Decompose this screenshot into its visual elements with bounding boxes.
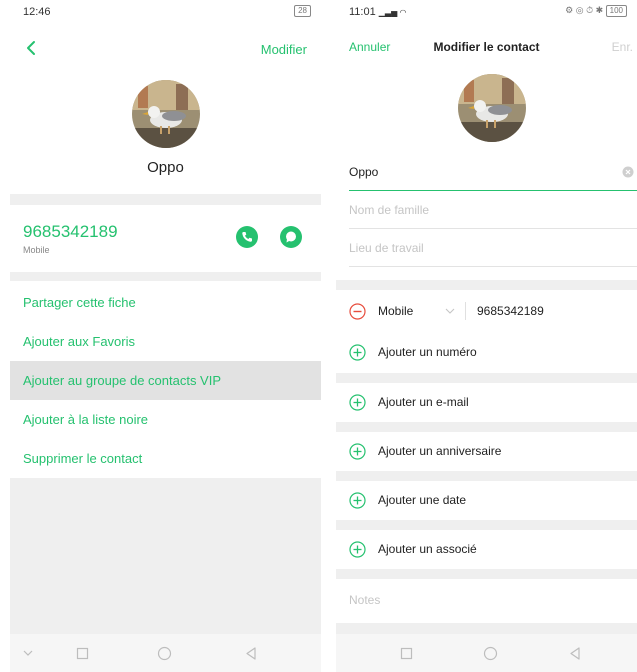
add-circle-icon [349,394,366,411]
seagull-photo [132,80,200,148]
first-name-value[interactable]: Oppo [349,165,378,179]
phone-number-input[interactable]: 9685342189 [477,304,544,318]
add-email-row[interactable]: Ajouter un e-mail [349,383,637,421]
home-icon[interactable] [483,646,498,661]
first-name-field[interactable]: Oppo [349,153,637,191]
menu-add-blacklist[interactable]: Ajouter à la liste noire [10,400,321,439]
add-circle-icon [349,443,366,460]
empty-area [10,478,321,634]
remove-circle-icon[interactable] [349,303,366,320]
avatar [132,80,200,148]
chevron-down-icon[interactable] [22,648,34,658]
last-name-placeholder[interactable]: Nom de famille [349,203,429,217]
notes-placeholder[interactable]: Notes [349,593,380,607]
edit-contact-screen: 11:01 ▁▃▅ ◠ ⚙ ◎ ⏱ ✱ 100 Annuler Modifier… [336,0,637,672]
menu-share-contact[interactable]: Partager cette fiche [10,283,321,322]
status-glyphs-icon: ⚙ ◎ ⏱ ✱ [565,5,606,15]
add-date-row[interactable]: Ajouter une date [349,481,637,519]
add-associate-row[interactable]: Ajouter un associé [349,530,637,568]
status-time: 12:46 [23,6,51,18]
add-circle-icon [349,344,366,361]
add-birthday-label: Ajouter un anniversaire [378,444,502,458]
phone-number[interactable]: 9685342189 [23,222,118,242]
back-arrow-icon[interactable] [22,38,42,58]
phone-type-label: Mobile [23,245,50,255]
recent-apps-icon[interactable] [400,647,413,660]
message-button[interactable] [280,226,302,248]
avatar[interactable] [458,74,526,142]
contact-name: Oppo [147,159,184,176]
notes-field[interactable]: Notes [349,581,637,619]
back-triangle-icon[interactable] [244,646,258,661]
section-divider [10,194,321,205]
edit-button[interactable]: Modifier [261,42,307,57]
status-time: 11:01 ▁▃▅ ◠ [349,6,406,18]
section-divider [336,520,637,530]
seagull-photo [458,74,526,142]
status-icons: ⚙ ◎ ⏱ ✱ 100 [565,5,627,17]
add-date-label: Ajouter une date [378,493,467,507]
recent-apps-icon[interactable] [76,647,89,660]
add-email-label: Ajouter un e-mail [378,395,469,409]
add-number-row[interactable]: Ajouter un numéro [349,333,637,371]
add-circle-icon [349,541,366,558]
save-button[interactable]: Enr. [612,40,633,54]
battery-level: 100 [605,5,627,17]
add-associate-label: Ajouter un associé [378,542,477,556]
contact-detail-screen: 12:46 28 Modifier Oppo 9685342189 Mobile [10,0,321,672]
field-underline [349,266,637,267]
page-title: Modifier le contact [433,40,540,54]
status-time-text: 11:01 [349,6,376,18]
status-bar: 12:46 28 [10,0,321,26]
battery-indicator: 28 [294,5,311,17]
battery-level: 28 [294,5,311,17]
navigation-bar [10,634,321,672]
workplace-placeholder[interactable]: Lieu de travail [349,241,424,255]
section-divider [336,280,637,290]
add-circle-icon [349,492,366,509]
call-button[interactable] [236,226,258,248]
signal-wifi-icon: ▁▃▅ ◠ [378,8,407,17]
field-separator [465,302,466,320]
menu-add-favorites[interactable]: Ajouter aux Favoris [10,322,321,361]
phone-type-select[interactable]: Mobile [378,304,413,318]
status-bar: 11:01 ▁▃▅ ◠ ⚙ ◎ ⏱ ✱ 100 [336,0,637,26]
back-triangle-icon[interactable] [568,646,582,661]
chevron-down-icon[interactable] [445,308,455,315]
phone-icon [242,232,252,242]
home-icon[interactable] [157,646,172,661]
menu-delete-contact[interactable]: Supprimer le contact [10,439,321,478]
last-name-field[interactable]: Nom de famille [349,191,637,229]
section-divider [336,569,637,579]
section-divider [336,471,637,481]
add-birthday-row[interactable]: Ajouter un anniversaire [349,432,637,470]
section-divider [336,422,637,432]
clear-icon[interactable] [622,166,634,178]
workplace-field[interactable]: Lieu de travail [349,229,637,267]
phone-entry-row: Mobile 9685342189 [349,292,637,330]
section-divider [336,623,637,634]
navigation-bar [336,634,637,672]
message-bubble-icon [286,231,296,243]
add-number-label: Ajouter un numéro [378,345,477,359]
section-divider [10,272,321,281]
section-divider [336,373,637,383]
menu-add-vip-group[interactable]: Ajouter au groupe de contacts VIP [10,361,321,400]
